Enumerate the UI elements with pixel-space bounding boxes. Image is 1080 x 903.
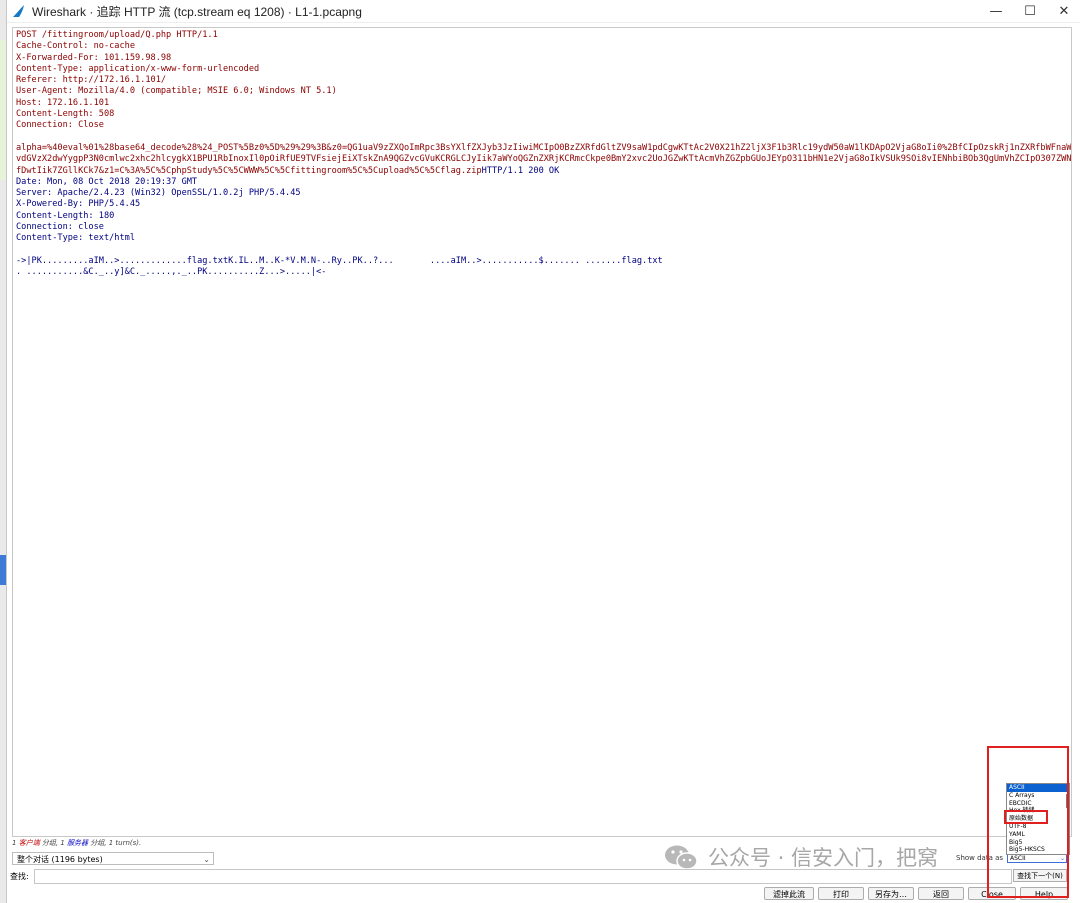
chevron-down-icon: ⌄ (203, 855, 210, 864)
window-title: Wireshark · 追踪 HTTP 流 (tcp.stream eq 120… (32, 4, 362, 19)
client-packet-count: 1 (12, 839, 17, 847)
client-header: Content-Length: 508 (16, 109, 115, 120)
watermark-text: 公众号 · 信安入门，把窝 (708, 846, 939, 870)
client-header: Content-Type: application/x-www-form-url… (16, 63, 260, 74)
packet-status-line: 1 客户端 分组, 1 服务器 分组, 1 turn(s). (12, 838, 141, 848)
find-row: 查找: (6, 869, 1064, 884)
client-header: User-Agent: Mozilla/4.0 (compatible; MSI… (16, 86, 337, 97)
title-bar: Wireshark · 追踪 HTTP 流 (tcp.stream eq 120… (7, 0, 1080, 23)
server-header: Server: Apache/2.4.23 (Win32) OpenSSL/1.… (16, 188, 301, 199)
client-body: fDwtIik7ZGllKCk7&z1=C%3A%5C%5CphpStudy%5… (16, 165, 482, 176)
find-label: 查找: (10, 872, 29, 881)
server-header: Content-Type: text/html (16, 233, 135, 244)
close-window-button[interactable]: ✕ (1047, 4, 1080, 19)
conversation-select-value: 整个对话 (1196 bytes) (17, 855, 103, 864)
server-body: . ...........&C._..y]&C._.....,._..PK...… (16, 267, 327, 278)
server-label: 服务器 (67, 839, 89, 847)
back-button[interactable]: 返回 (918, 887, 964, 900)
server-body: ->|PK.........aIM..>.............flag.tx… (16, 255, 663, 266)
client-request-line: POST /fittingroom/upload/Q.php HTTP/1.1 (16, 30, 218, 40)
print-button[interactable]: 打印 (818, 887, 864, 900)
status-mid: 分组, 1 (39, 839, 68, 847)
client-body: vdGVzX2dwYygpP3N0cmlwc2xhc2hlcygkX1BPU1R… (16, 154, 1072, 165)
filter-out-stream-button[interactable]: 滤掉此流 (764, 887, 814, 900)
find-input[interactable] (34, 869, 1012, 884)
server-header: Content-Length: 180 (16, 210, 115, 221)
server-header: X-Powered-By: PHP/5.4.45 (16, 199, 141, 210)
wechat-watermark: 公众号 · 信安入门，把窝 (664, 842, 938, 872)
server-header: Date: Mon, 08 Oct 2018 20:19:37 GMT (16, 176, 198, 187)
client-header: Cache-Control: no-cache (16, 41, 135, 52)
client-header: Host: 172.16.1.101 (16, 97, 110, 108)
wireshark-fin-icon (13, 5, 24, 17)
server-header: Connection: close (16, 222, 104, 233)
minimize-button[interactable]: — (979, 4, 1013, 19)
client-header: Referer: http://172.16.1.101/ (16, 75, 167, 86)
conversation-select[interactable]: 整个对话 (1196 bytes) ⌄ (12, 852, 214, 865)
server-status-line: HTTP/1.1 200 OK (481, 165, 560, 176)
status-tail: 分组, 1 turn(s). (88, 839, 142, 847)
stream-content-pane[interactable]: POST /fittingroom/upload/Q.php HTTP/1.1 … (12, 27, 1072, 837)
save-as-button[interactable]: 另存为… (868, 887, 914, 900)
wechat-icon (665, 845, 698, 870)
client-header: X-Forwarded-For: 101.159.98.98 (16, 52, 172, 63)
client-body: alpha=%40eval%01%28base64_decode%28%24_P… (16, 142, 1072, 153)
client-header: Connection: Close (16, 120, 104, 131)
maximize-button[interactable]: ☐ (1013, 4, 1047, 19)
client-label: 客户端 (18, 839, 40, 847)
highlight-box-raw-option (1004, 810, 1048, 824)
